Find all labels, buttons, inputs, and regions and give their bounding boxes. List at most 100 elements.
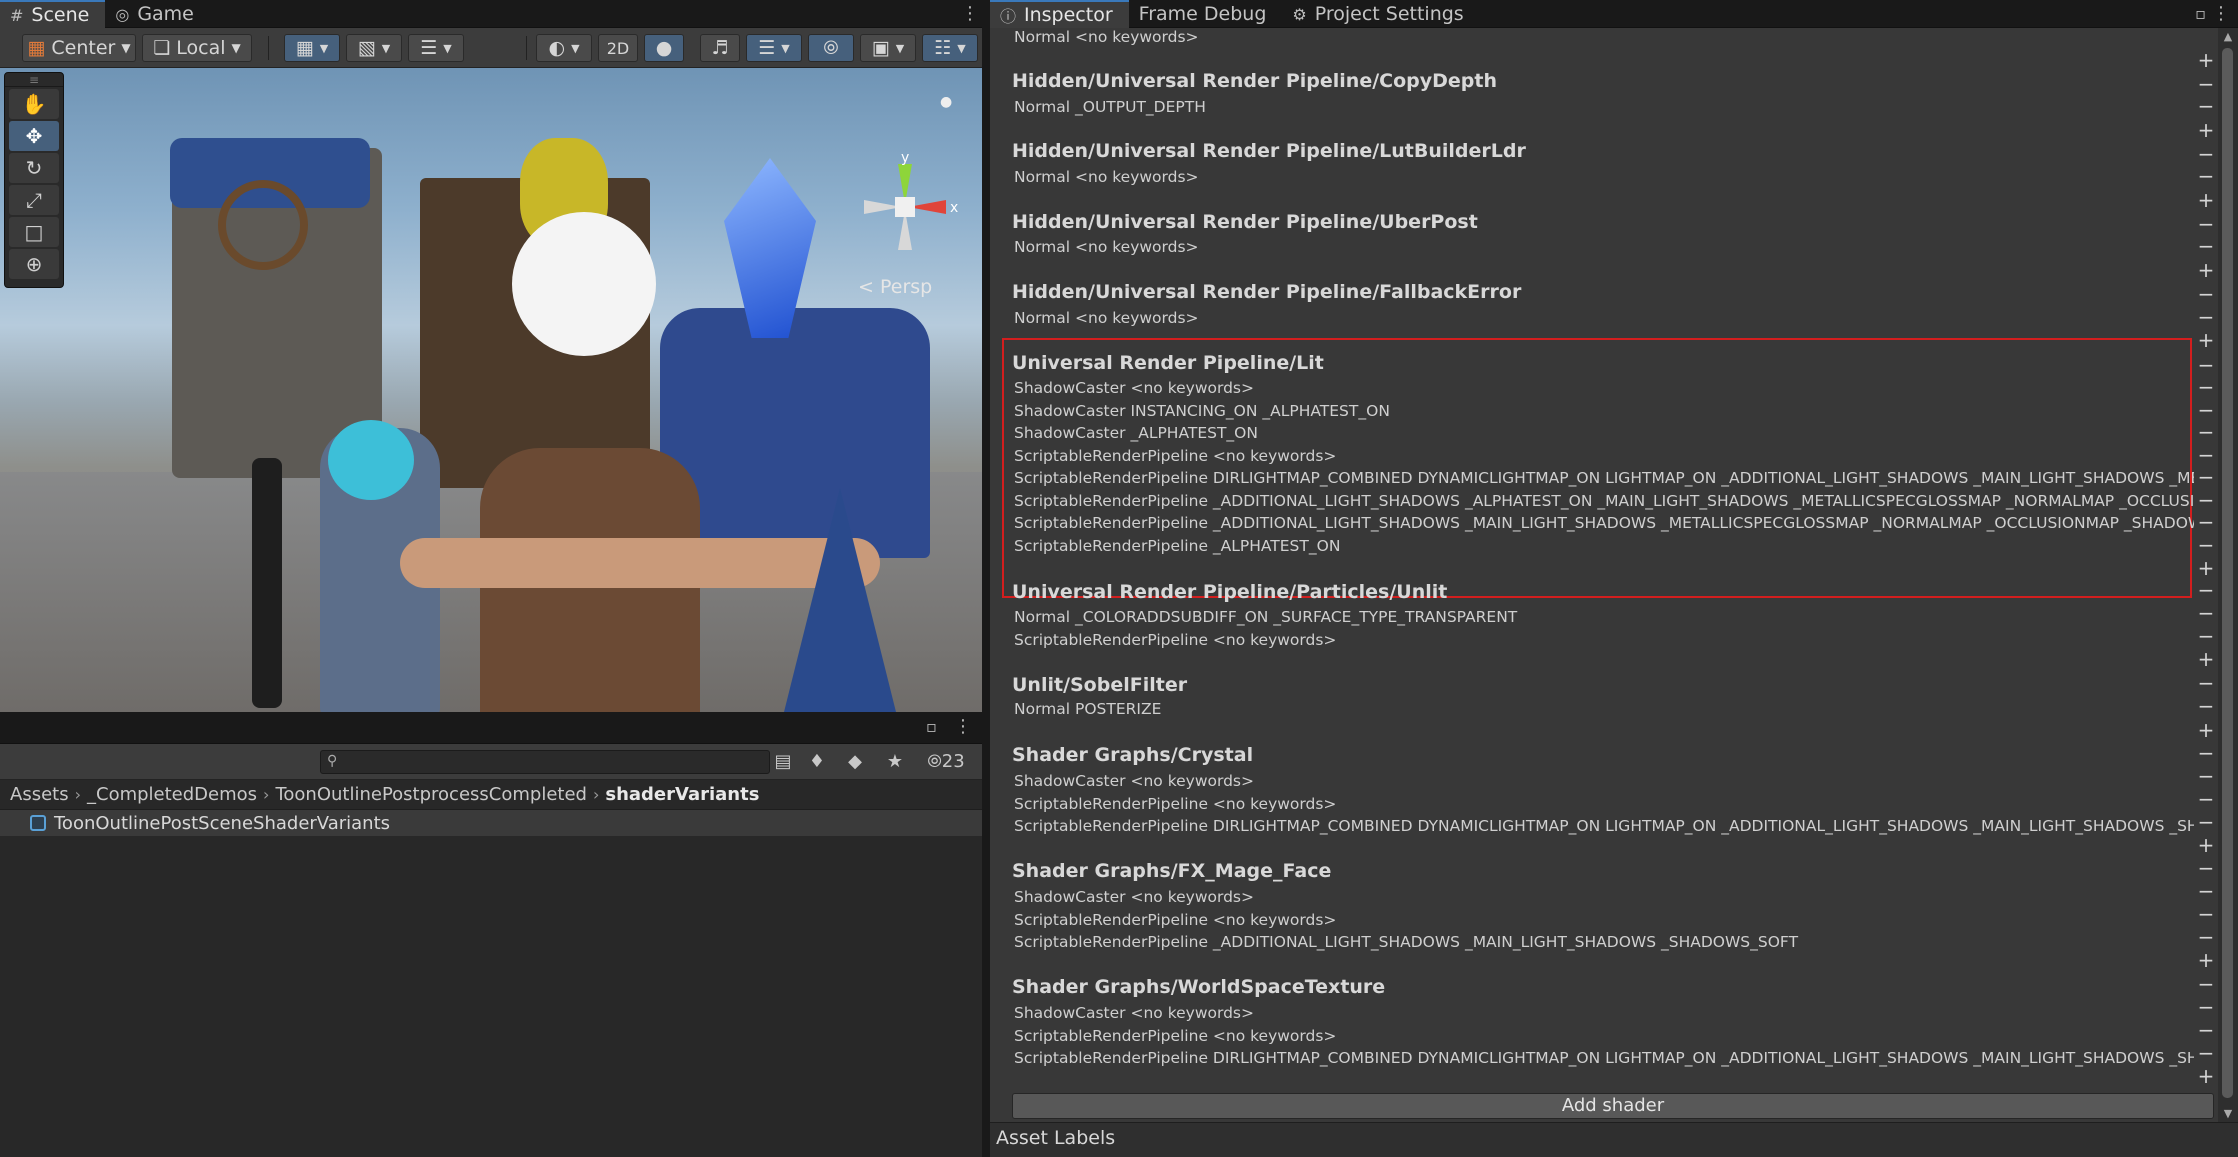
remove-variant-button[interactable]: − — [2193, 927, 2219, 947]
draw-mode-dropdown[interactable]: ◐ ▼ — [536, 34, 592, 62]
tab-scene[interactable]: # Scene — [0, 0, 106, 28]
add-variant-button[interactable]: + — [2193, 1066, 2219, 1086]
variant-line[interactable]: ShadowCaster <no keywords> — [1014, 1004, 2194, 1022]
audio-toggle-button[interactable]: ♬ — [700, 34, 740, 62]
variant-line[interactable]: ScriptableRenderPipeline <no keywords> — [1014, 447, 2194, 465]
tab-project-settings[interactable]: ⚙ Project Settings — [1282, 0, 1479, 28]
project-menu-icon[interactable]: ⋮ — [954, 716, 972, 737]
transform-tool-button[interactable]: ⊕ — [9, 249, 59, 279]
remove-variant-button[interactable]: − — [2193, 377, 2219, 397]
effects-dropdown[interactable]: ☰ ▼ — [746, 34, 802, 62]
overlay-grip-icon[interactable]: ≡ — [5, 73, 63, 87]
remove-variant-button[interactable]: − — [2193, 236, 2219, 256]
variant-line[interactable]: ScriptableRenderPipeline <no keywords> — [1014, 911, 2194, 929]
project-search-field[interactable]: ⚲ — [320, 750, 770, 774]
search-input[interactable] — [345, 751, 765, 773]
variant-line[interactable]: Normal <no keywords> — [1014, 238, 2194, 256]
add-variant-button[interactable]: + — [2193, 558, 2219, 578]
variant-line[interactable]: ScriptableRenderPipeline DIRLIGHTMAP_COM… — [1014, 1049, 2194, 1067]
variant-line[interactable]: Normal <no keywords> — [1014, 168, 2194, 186]
scene-visibility-button[interactable]: ⦾ — [808, 34, 854, 62]
remove-variant-button[interactable]: − — [2193, 422, 2219, 442]
remove-shader-button[interactable]: − — [2193, 743, 2219, 763]
tab-game[interactable]: ◎ Game — [105, 0, 210, 28]
remove-variant-button[interactable]: − — [2193, 467, 2219, 487]
breadcrumb-assets[interactable]: Assets — [10, 784, 69, 805]
variant-line[interactable]: Normal _COLORADDSUBDIFF_ON _SURFACE_TYPE… — [1014, 608, 2194, 626]
filter-by-type-icon[interactable]: ♦ — [802, 750, 832, 774]
variant-line[interactable]: ShadowCaster INSTANCING_ON _ALPHATEST_ON — [1014, 402, 2194, 420]
hidden-packages-toggle[interactable]: ⦾23 — [918, 750, 974, 774]
add-variant-button[interactable]: + — [2193, 120, 2219, 140]
variant-line[interactable]: ScriptableRenderPipeline DIRLIGHTMAP_COM… — [1014, 469, 2194, 487]
variant-line[interactable]: ScriptableRenderPipeline <no keywords> — [1014, 795, 2194, 813]
rotate-tool-button[interactable]: ↻ — [9, 153, 59, 183]
remove-variant-button[interactable]: − — [2193, 445, 2219, 465]
remove-variant-button[interactable]: − — [2193, 997, 2219, 1017]
add-variant-button[interactable]: + — [2193, 649, 2219, 669]
persp-toggle[interactable]: < Persp — [858, 276, 932, 298]
remove-shader-button[interactable]: − — [2193, 74, 2219, 94]
remove-variant-button[interactable]: − — [2193, 904, 2219, 924]
scroll-up-arrow-icon[interactable]: ▲ — [2218, 30, 2238, 43]
panel-splitter[interactable] — [982, 0, 990, 1157]
scroll-down-arrow-icon[interactable]: ▼ — [2218, 1107, 2238, 1120]
remove-shader-button[interactable]: − — [2193, 355, 2219, 375]
scrollbar-thumb[interactable] — [2222, 48, 2233, 1098]
asset-list-item[interactable]: ToonOutlinePostSceneShaderVariants — [0, 810, 982, 836]
remove-variant-button[interactable]: − — [2193, 490, 2219, 510]
remove-variant-button[interactable]: − — [2193, 400, 2219, 420]
increment-snap-button[interactable]: ▧ ▼ — [346, 34, 402, 62]
variant-line[interactable]: ScriptableRenderPipeline <no keywords> — [1014, 631, 2194, 649]
variant-line[interactable]: ScriptableRenderPipeline _ADDITIONAL_LIG… — [1014, 514, 2194, 532]
2d-toggle-button[interactable]: 2D — [598, 34, 638, 62]
remove-shader-button[interactable]: − — [2193, 673, 2219, 693]
pivot-rotation-dropdown[interactable]: ❏ Local ▼ — [142, 34, 252, 62]
variant-line[interactable]: ScriptableRenderPipeline <no keywords> — [1014, 1027, 2194, 1045]
align-button[interactable]: ☰ ▼ — [408, 34, 464, 62]
variant-line[interactable]: Normal POSTERIZE — [1014, 700, 2194, 718]
add-shader-button[interactable]: Add shader — [1012, 1093, 2214, 1119]
remove-variant-button[interactable]: − — [2193, 789, 2219, 809]
add-variant-button[interactable]: + — [2193, 190, 2219, 210]
remove-variant-button[interactable]: − — [2193, 812, 2219, 832]
variant-line[interactable]: ScriptableRenderPipeline _ADDITIONAL_LIG… — [1014, 933, 2194, 951]
variant-line[interactable]: ScriptableRenderPipeline _ALPHATEST_ON — [1014, 537, 2194, 555]
gizmo-center-cube[interactable] — [895, 197, 915, 217]
breadcrumb-completed-demos[interactable]: _CompletedDemos — [87, 784, 257, 805]
tab-frame-debug[interactable]: Frame Debug — [1129, 0, 1283, 28]
add-variant-button[interactable]: + — [2193, 260, 2219, 280]
inspector-menu-icon[interactable]: ⋮ — [2212, 0, 2238, 27]
remove-variant-button[interactable]: − — [2193, 696, 2219, 716]
scale-tool-button[interactable]: ⤢ — [9, 185, 59, 215]
remove-shader-button[interactable]: − — [2193, 580, 2219, 600]
add-variant-button[interactable]: + — [2193, 720, 2219, 740]
remove-variant-button[interactable]: − — [2193, 1020, 2219, 1040]
breadcrumb-current[interactable]: shaderVariants — [605, 784, 759, 805]
hand-tool-button[interactable]: ✋ — [9, 89, 59, 119]
variant-line[interactable]: ShadowCaster <no keywords> — [1014, 772, 2194, 790]
variant-line[interactable]: ShadowCaster <no keywords> — [1014, 379, 2194, 397]
add-variant-button[interactable]: + — [2193, 330, 2219, 350]
variant-line[interactable]: ScriptableRenderPipeline DIRLIGHTMAP_COM… — [1014, 817, 2194, 835]
remove-variant-button[interactable]: − — [2193, 766, 2219, 786]
inspector-lock-icon[interactable]: ▫ — [2195, 0, 2212, 27]
inspector-scrollbar[interactable]: ▲ ▼ — [2218, 28, 2238, 1122]
remove-variant-button[interactable]: − — [2193, 1043, 2219, 1063]
add-variant-button[interactable]: + — [2193, 50, 2219, 70]
variant-line[interactable]: Normal _OUTPUT_DEPTH — [1014, 98, 2194, 116]
remove-variant-button[interactable]: − — [2193, 512, 2219, 532]
breadcrumb-toon-outline[interactable]: ToonOutlinePostprocessCompleted — [275, 784, 587, 805]
remove-variant-button[interactable]: − — [2193, 166, 2219, 186]
lighting-toggle-button[interactable]: ● — [644, 34, 684, 62]
orientation-gizmo[interactable]: y x — [850, 152, 960, 262]
variant-line[interactable]: Normal <no keywords> — [1014, 309, 2194, 327]
variant-line[interactable]: ScriptableRenderPipeline _ADDITIONAL_LIG… — [1014, 492, 2194, 510]
remove-variant-button[interactable]: − — [2193, 96, 2219, 116]
remove-shader-button[interactable]: − — [2193, 144, 2219, 164]
remove-shader-button[interactable]: − — [2193, 214, 2219, 234]
search-by-type-icon[interactable]: ▤ — [768, 750, 798, 774]
variant-line[interactable]: ShadowCaster <no keywords> — [1014, 888, 2194, 906]
asset-labels-header[interactable]: Asset Labels — [990, 1122, 2238, 1157]
variant-line[interactable]: ShadowCaster _ALPHATEST_ON — [1014, 424, 2194, 442]
